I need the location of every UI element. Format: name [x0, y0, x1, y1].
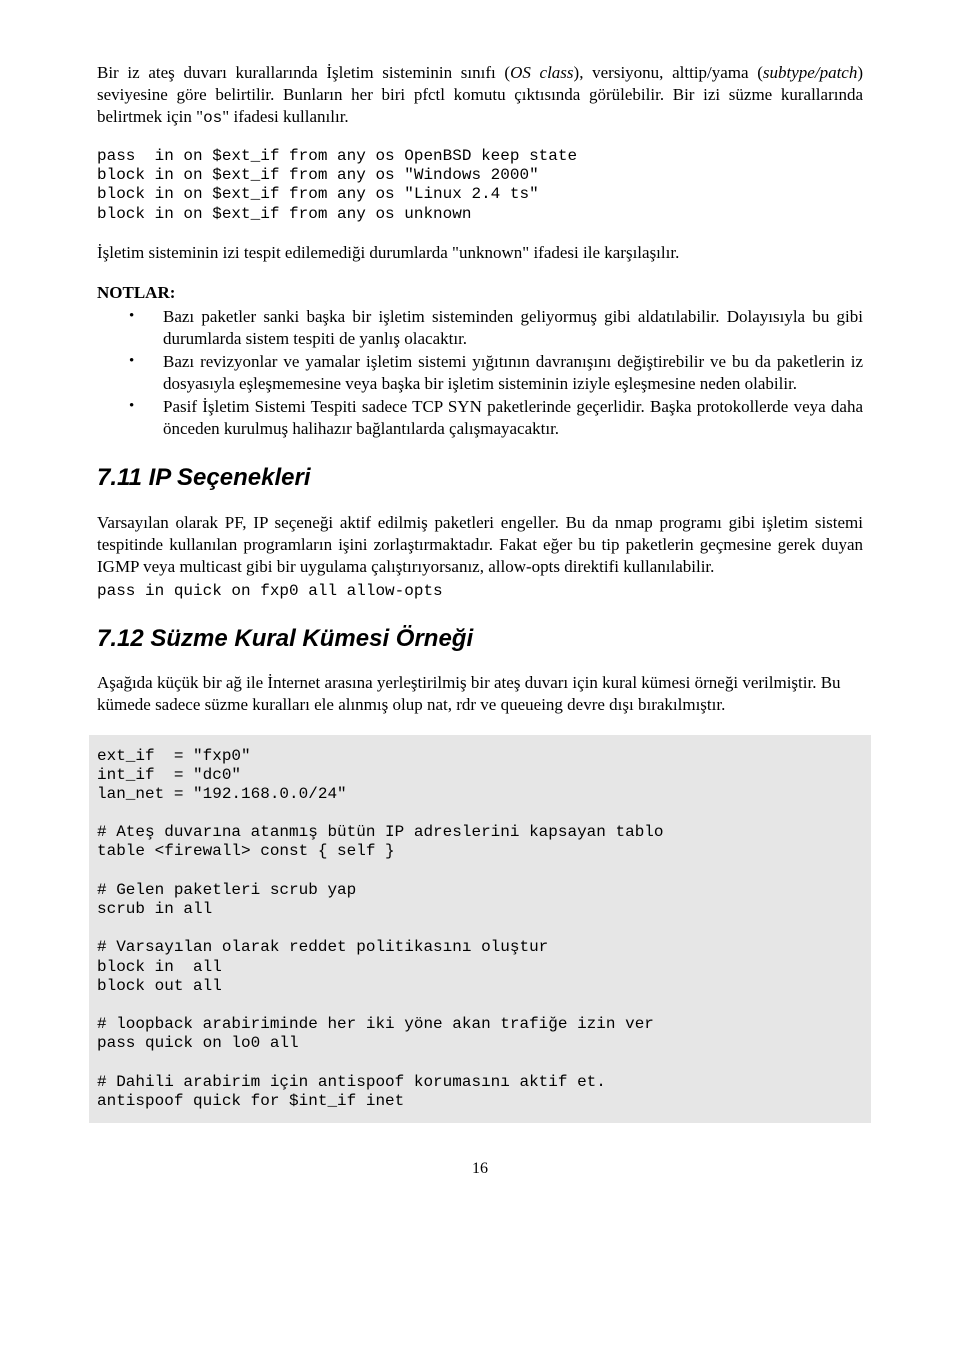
- heading-7-11: 7.11 IP Seçenekleri: [97, 462, 863, 493]
- p1-tail: " ifadesi kullanılır.: [222, 107, 348, 126]
- notlar-label: NOTLAR:: [97, 282, 863, 304]
- list-item: Pasif İşletim Sistemi Tespiti sadece TCP…: [129, 396, 863, 440]
- code-block-3: ext_if = "fxp0" int_if = "dc0" lan_net =…: [89, 735, 871, 1124]
- paragraph-4: Aşağıda küçük bir ağ ile İnternet arasın…: [97, 672, 863, 716]
- code-block-1: pass in on $ext_if from any os OpenBSD k…: [97, 147, 863, 224]
- list-item: Bazı revizyonlar ve yamalar işletim sist…: [129, 351, 863, 395]
- p1-subtype: subtype/patch: [763, 63, 857, 82]
- page-number: 16: [97, 1159, 863, 1180]
- p1-pre: Bir iz ateş duvarı kurallarında İşletim …: [97, 63, 510, 82]
- code-block-2: pass in quick on fxp0 all allow-opts: [97, 582, 863, 601]
- paragraph-2: İşletim sisteminin izi tespit edilemediğ…: [97, 242, 863, 264]
- heading-7-12: 7.12 Süzme Kural Kümesi Örneği: [97, 623, 863, 654]
- list-item: Bazı paketler sanki başka bir işletim si…: [129, 306, 863, 350]
- p1-mid: ), versiyonu, alttip/yama (: [574, 63, 763, 82]
- bullet-list: Bazı paketler sanki başka bir işletim si…: [129, 306, 863, 441]
- p1-osword: os: [203, 109, 222, 127]
- paragraph-3: Varsayılan olarak PF, IP seçeneği aktif …: [97, 512, 863, 578]
- paragraph-1: Bir iz ateş duvarı kurallarında İşletim …: [97, 62, 863, 129]
- p1-osclass: OS class: [510, 63, 573, 82]
